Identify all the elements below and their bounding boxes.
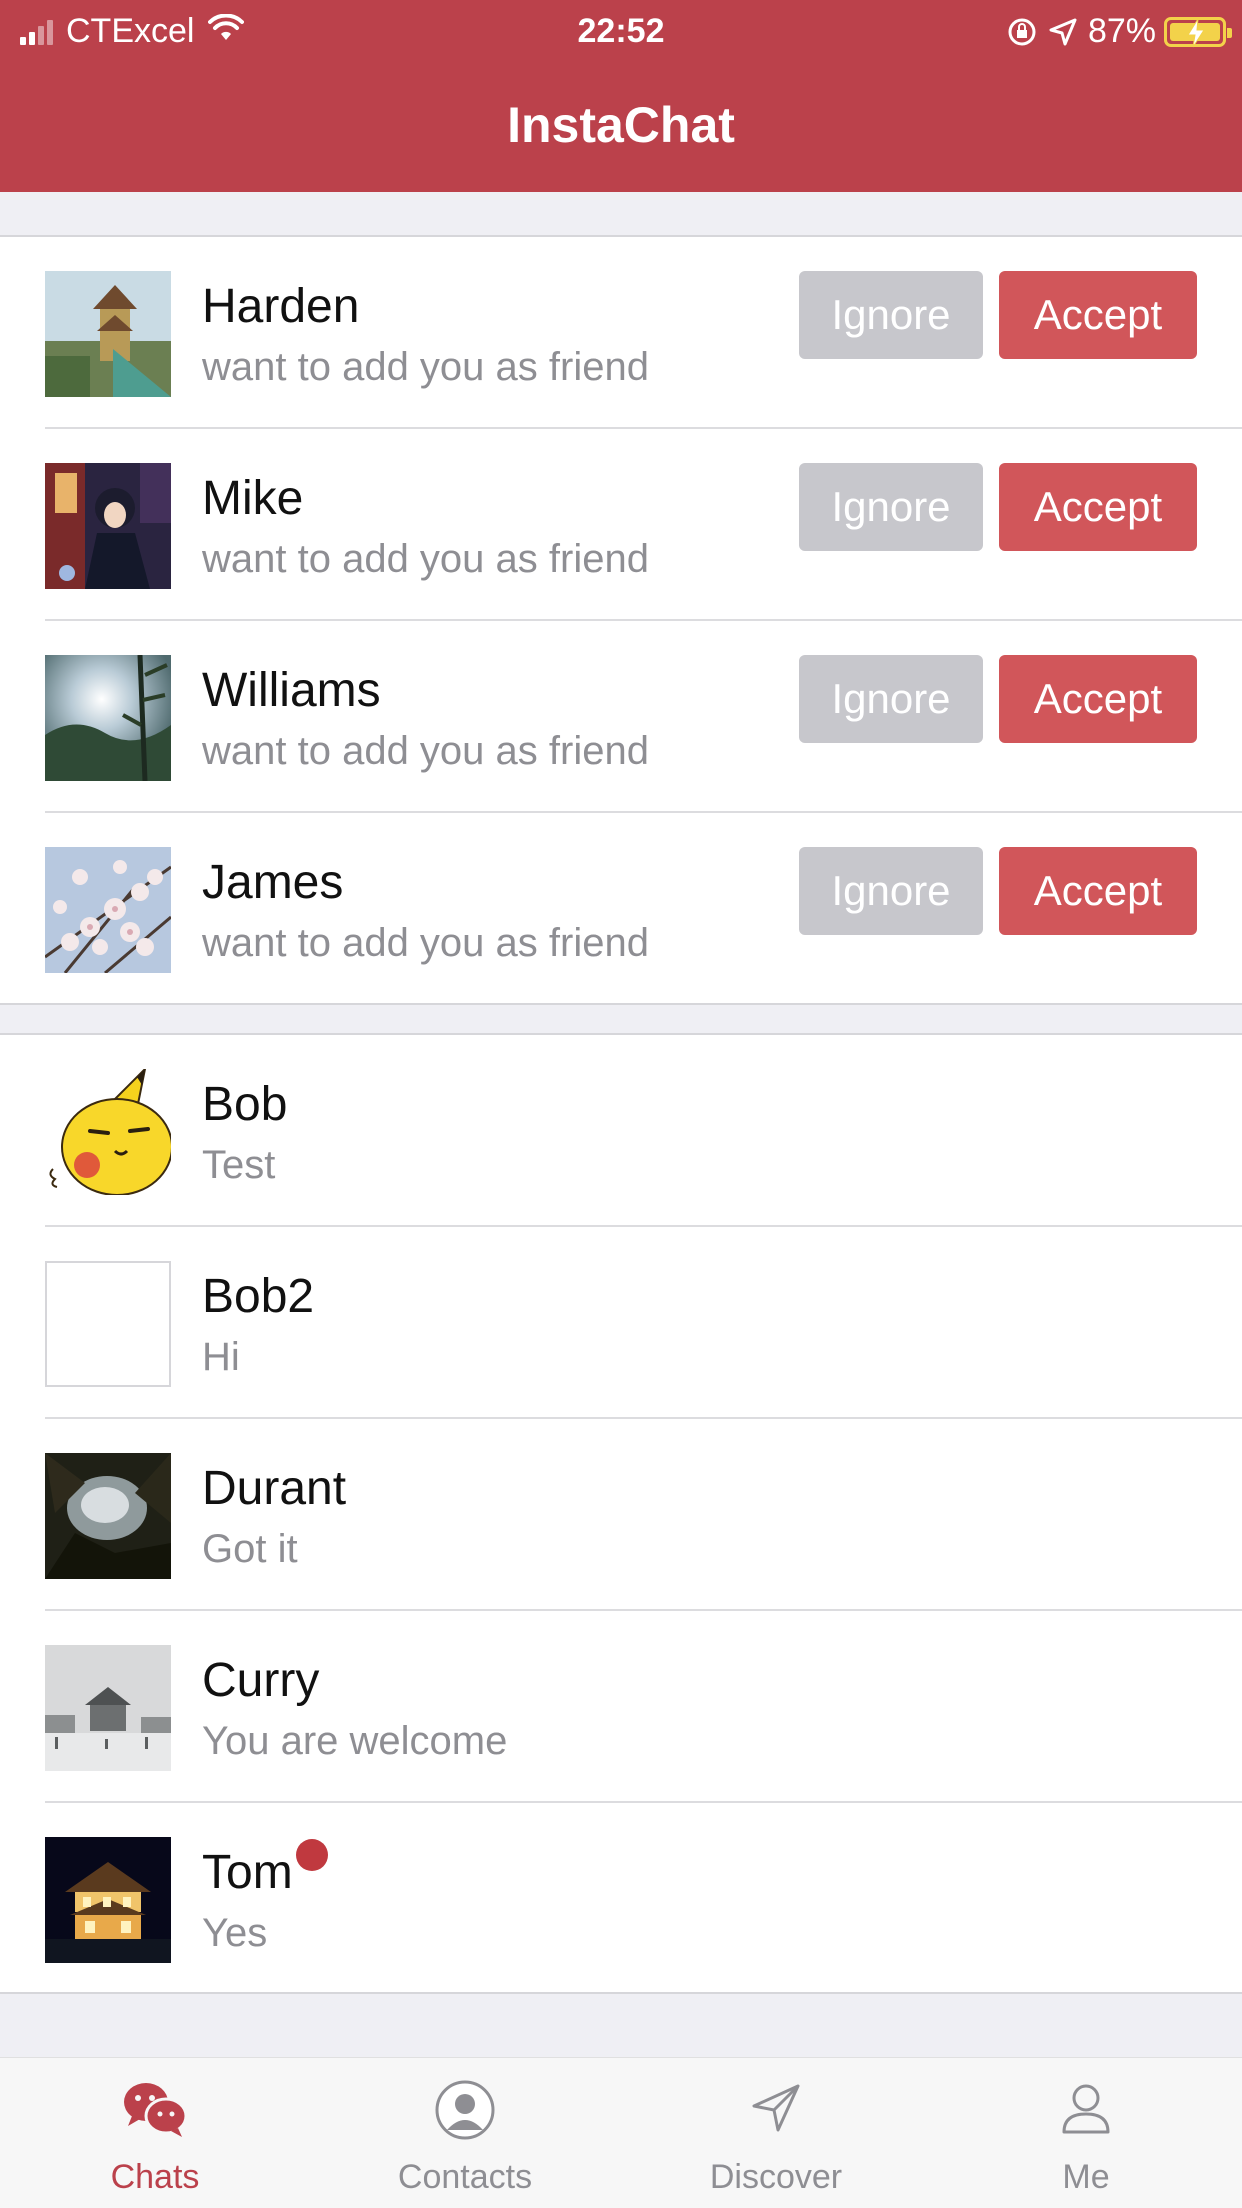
accept-button[interactable]: Accept (999, 271, 1197, 359)
requester-name: Williams (202, 664, 381, 717)
ignore-button[interactable]: Ignore (799, 847, 983, 935)
status-right: 87% (1006, 12, 1232, 51)
unread-badge (296, 1839, 328, 1871)
ignore-button[interactable]: Ignore (799, 271, 983, 359)
friend-request-row: Harden want to add you as friend Ignore … (0, 237, 1242, 429)
chat-row[interactable]: Curry You are welcome (0, 1611, 1242, 1803)
tab-label: Contacts (397, 2158, 533, 2196)
last-message: Got it (202, 1527, 298, 1571)
tab-label: Discover (709, 2158, 843, 2196)
chat-list-section: Bob Test Bob2 Hi Durant Got it Curry You… (0, 1033, 1242, 1994)
avatar (45, 1453, 171, 1579)
request-message: want to add you as friend (202, 921, 649, 965)
requester-name: James (202, 856, 344, 909)
tab-chats[interactable]: Chats (0, 2058, 310, 2208)
chat-row[interactable]: Bob2 Hi (0, 1227, 1242, 1419)
tab-label: Chats (110, 2158, 200, 2196)
chat-row[interactable]: Durant Got it (0, 1419, 1242, 1611)
tab-discover[interactable]: Discover (621, 2058, 931, 2208)
user-outline-icon (1058, 2080, 1114, 2141)
avatar (45, 1069, 171, 1195)
chat-row[interactable]: Bob Test (0, 1035, 1242, 1227)
avatar (45, 655, 171, 781)
accept-button[interactable]: Accept (999, 463, 1197, 551)
friend-request-row: Mike want to add you as friend Ignore Ac… (0, 429, 1242, 621)
tab-bar: Chats Contacts Discover Me (0, 2057, 1242, 2208)
chat-row[interactable]: Tom Yes (0, 1803, 1242, 1995)
page-title: InstaChat (507, 97, 735, 153)
app-header: CTExcel 22:52 87% InstaChat (0, 0, 1242, 192)
location-arrow-icon (1048, 17, 1078, 47)
status-bar: CTExcel 22:52 87% (0, 0, 1242, 62)
tab-contacts[interactable]: Contacts (310, 2058, 620, 2208)
contact-name: Curry (202, 1654, 320, 1707)
requester-name: Harden (202, 280, 360, 333)
paper-plane-icon (748, 2080, 804, 2141)
avatar (45, 847, 171, 973)
request-message: want to add you as friend (202, 537, 649, 581)
contact-name: Bob (202, 1078, 288, 1131)
request-message: want to add you as friend (202, 729, 649, 773)
contact-name: Bob2 (202, 1270, 315, 1323)
battery-icon (1164, 16, 1232, 47)
contact-person-icon (435, 2080, 495, 2145)
requester-name: Mike (202, 472, 304, 525)
avatar (45, 1645, 171, 1771)
avatar (45, 1837, 171, 1963)
ignore-button[interactable]: Ignore (799, 655, 983, 743)
contact-name: Durant (202, 1462, 347, 1515)
friend-request-row: Williams want to add you as friend Ignor… (0, 621, 1242, 813)
last-message: Hi (202, 1335, 240, 1379)
avatar (45, 1261, 171, 1387)
chat-bubbles-icon (122, 2080, 188, 2143)
accept-button[interactable]: Accept (999, 655, 1197, 743)
friend-requests-section: Harden want to add you as friend Ignore … (0, 235, 1242, 1005)
ignore-button[interactable]: Ignore (799, 463, 983, 551)
battery-percentage: 87% (1087, 12, 1156, 50)
last-message: You are welcome (202, 1719, 508, 1763)
last-message: Yes (202, 1911, 268, 1955)
avatar (45, 271, 171, 397)
orientation-lock-icon (1006, 16, 1038, 48)
avatar (45, 463, 171, 589)
tab-me[interactable]: Me (931, 2058, 1241, 2208)
last-message: Test (202, 1143, 276, 1187)
contact-name: Tom (202, 1846, 293, 1899)
request-message: want to add you as friend (202, 345, 649, 389)
accept-button[interactable]: Accept (999, 847, 1197, 935)
tab-label: Me (1062, 2158, 1110, 2196)
friend-request-row: James want to add you as friend Ignore A… (0, 813, 1242, 1005)
